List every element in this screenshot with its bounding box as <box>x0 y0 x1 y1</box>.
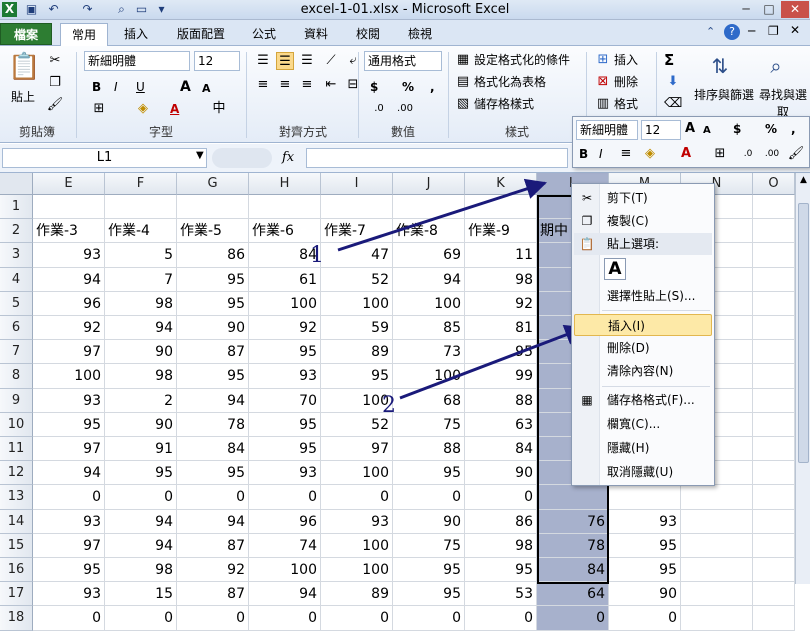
cell[interactable] <box>753 582 795 607</box>
menu-item-cut[interactable]: ✂ 剪下(T) <box>574 187 712 209</box>
cell[interactable]: 0 <box>465 606 537 631</box>
cell[interactable]: 94 <box>249 582 321 607</box>
cell[interactable]: 0 <box>249 606 321 631</box>
cell[interactable]: 53 <box>465 582 537 607</box>
mini-grow-font-button[interactable]: A <box>685 120 695 139</box>
row-header[interactable]: 17 <box>0 582 33 607</box>
menu-item-hide-label: 隱藏(H) <box>607 441 650 455</box>
annotation-label-2: 2 <box>382 393 396 418</box>
menu-item-paste-options: 📋 貼上選項: <box>574 233 712 255</box>
mini-decrease-decimal-icon[interactable]: .00 <box>763 145 781 163</box>
menu-item-copy[interactable]: ❐ 複製(C) <box>574 210 712 232</box>
menu-item-delete[interactable]: 刪除(D) <box>574 337 712 359</box>
cell[interactable]: 93 <box>33 582 105 607</box>
mini-increase-decimal-icon[interactable]: .0 <box>739 145 757 163</box>
menu-item-insert-label: 插入(I) <box>608 319 645 333</box>
format-cells-icon: ▦ <box>581 393 593 407</box>
mini-font-combo[interactable]: 新細明體 <box>576 120 638 140</box>
menu-item-format-cells[interactable]: ▦ 儲存格格式(F)... <box>574 389 712 411</box>
menu-item-hide[interactable]: 隱藏(H) <box>574 437 712 459</box>
paste-icon: 📋 <box>579 237 595 251</box>
menu-item-delete-label: 刪除(D) <box>607 341 650 355</box>
mini-center-icon[interactable]: ≡ <box>617 145 635 163</box>
menu-item-paste-options-label: 貼上選項: <box>607 237 660 251</box>
mini-italic-button[interactable]: I <box>599 145 603 164</box>
mini-font-color-icon[interactable]: A <box>677 145 695 163</box>
mini-size-combo[interactable]: 12 <box>641 120 681 140</box>
mini-comma-button[interactable]: , <box>791 120 796 139</box>
menu-item-column-width[interactable]: 欄寬(C)... <box>574 413 712 435</box>
menu-item-unhide[interactable]: 取消隱藏(U) <box>574 461 712 483</box>
mini-format-painter-icon[interactable]: 🖌 <box>787 145 805 163</box>
cell[interactable]: 15 <box>105 582 177 607</box>
mini-bold-button[interactable]: B <box>579 145 588 164</box>
cell[interactable]: 90 <box>609 582 681 607</box>
cell[interactable] <box>681 582 753 607</box>
row-header[interactable]: 18 <box>0 606 33 631</box>
menu-item-clear[interactable]: 清除內容(N) <box>574 360 712 382</box>
copy-icon: ❐ <box>581 214 593 228</box>
mini-currency-button[interactable]: $ <box>733 120 741 139</box>
cell[interactable]: 0 <box>609 606 681 631</box>
cell[interactable]: 0 <box>321 606 393 631</box>
menu-item-insert[interactable]: 插入(I) <box>574 314 712 336</box>
cut-icon: ✂ <box>581 191 593 205</box>
cell[interactable] <box>753 606 795 631</box>
mini-toolbar: 新細明體 12 A A $ % , B I ≡ ◈ A ⊞ .0 .00 🖌 <box>572 116 810 168</box>
annotation-label-1: 1 <box>310 243 324 268</box>
menu-item-cut-label: 剪下(T) <box>607 191 648 205</box>
cell[interactable]: 0 <box>537 606 609 631</box>
cell[interactable]: 0 <box>105 606 177 631</box>
menu-item-copy-label: 複製(C) <box>607 214 649 228</box>
cell[interactable] <box>681 606 753 631</box>
cell[interactable]: 0 <box>177 606 249 631</box>
menu-item-unhide-label: 取消隱藏(U) <box>607 465 674 479</box>
cell[interactable]: 95 <box>393 582 465 607</box>
menu-separator <box>602 310 710 311</box>
cell[interactable]: 87 <box>177 582 249 607</box>
menu-item-format-cells-label: 儲存格格式(F)... <box>607 393 695 407</box>
mini-shrink-font-button[interactable]: A <box>703 122 711 141</box>
cell[interactable]: 89 <box>321 582 393 607</box>
cell[interactable]: 64 <box>537 582 609 607</box>
cell[interactable]: 0 <box>393 606 465 631</box>
arrow-1 <box>337 178 547 252</box>
arrow-2 <box>399 324 586 400</box>
mini-percent-button[interactable]: % <box>765 120 777 139</box>
menu-separator <box>602 386 710 387</box>
menu-item-column-width-label: 欄寬(C)... <box>607 417 661 431</box>
context-menu: ✂ 剪下(T) ❐ 複製(C) 📋 貼上選項: A 選擇性貼上(S)... 插入(I)… <box>571 183 715 486</box>
paste-values-button[interactable]: A <box>604 258 626 280</box>
mini-borders-icon[interactable]: ⊞ <box>711 145 729 163</box>
mini-fill-color-icon[interactable]: ◈ <box>641 145 659 163</box>
cell[interactable]: 0 <box>33 606 105 631</box>
menu-item-clear-label: 清除內容(N) <box>607 364 674 378</box>
menu-item-paste-special-label: 選擇性貼上(S)... <box>607 289 696 303</box>
menu-item-paste-special[interactable]: 選擇性貼上(S)... <box>574 285 712 307</box>
